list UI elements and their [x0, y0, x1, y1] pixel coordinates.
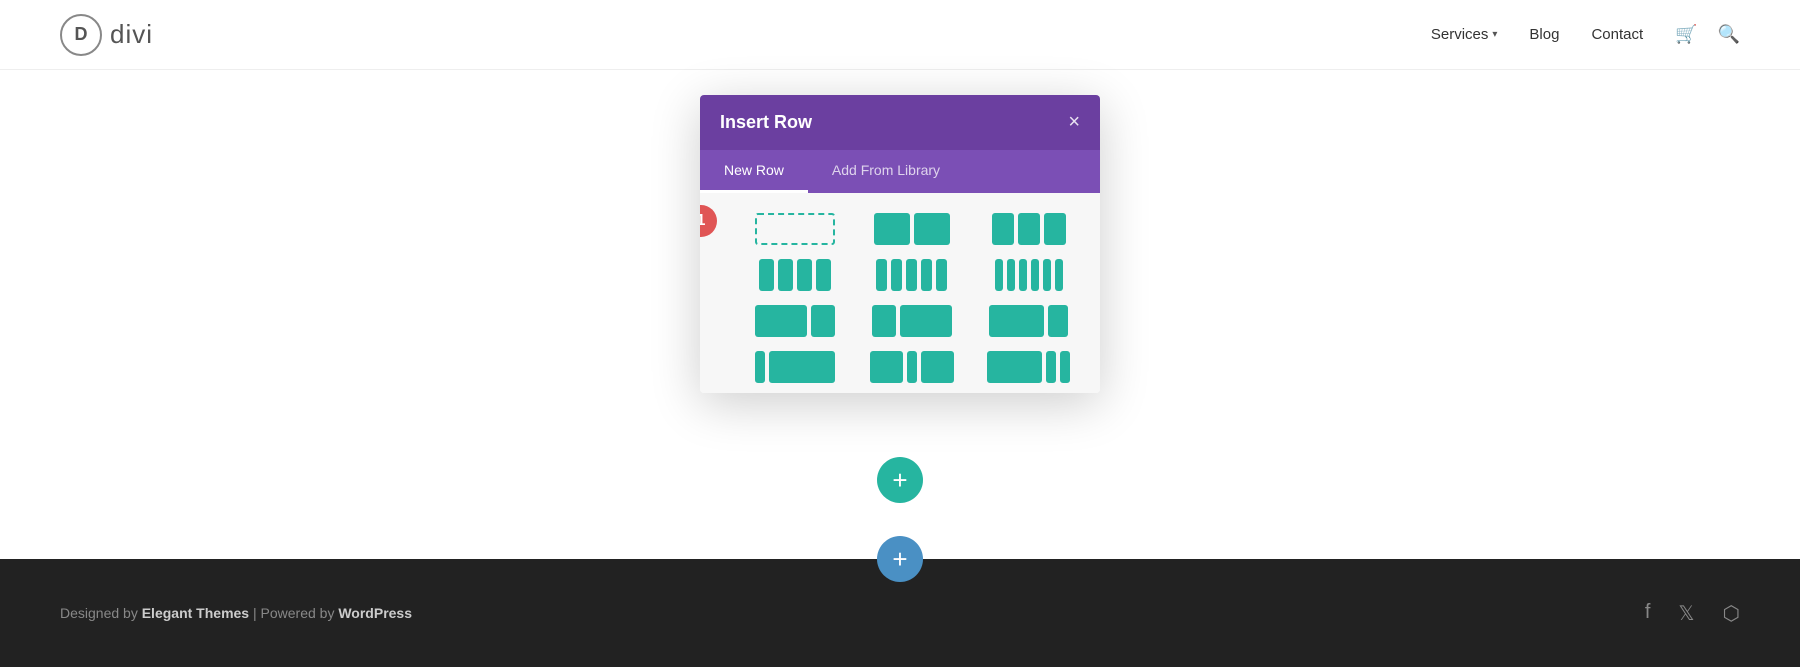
col-block — [1055, 259, 1063, 291]
cart-icon[interactable]: 🛒 — [1675, 24, 1697, 45]
logo-text: divi — [110, 19, 153, 50]
elegant-themes-link[interactable]: Elegant Themes — [142, 605, 249, 621]
row-options-grid — [720, 213, 1080, 383]
footer-credit: Designed by Elegant Themes | Powered by … — [60, 605, 412, 621]
modal-overlay: Insert Row × New Row Add From Library 1 — [0, 70, 1800, 480]
site-header: D divi Services ▾ Blog Contact 🛒 🔍 — [0, 0, 1800, 70]
col-block — [906, 259, 917, 291]
chevron-down-icon: ▾ — [1492, 29, 1497, 40]
logo-icon: D — [60, 14, 102, 56]
col-block — [755, 305, 807, 337]
search-icon[interactable]: 🔍 — [1718, 24, 1740, 45]
col-block — [921, 259, 932, 291]
col-block — [816, 259, 831, 291]
layout-3-2-col[interactable] — [861, 305, 964, 337]
col-block — [1060, 351, 1070, 383]
col-block — [891, 259, 902, 291]
social-links: f 𝕏 ⬡ — [1645, 601, 1740, 626]
nav-item-contact[interactable]: Contact — [1591, 26, 1643, 43]
nav-item-blog[interactable]: Blog — [1529, 26, 1559, 43]
col-block — [811, 305, 835, 337]
col-block — [907, 351, 917, 383]
footer-prefix: Designed by — [60, 605, 142, 621]
layout-6col[interactable] — [977, 259, 1080, 291]
tab-add-from-library[interactable]: Add From Library — [808, 150, 964, 193]
modal-tabs: New Row Add From Library — [700, 150, 1100, 193]
layout-row4c[interactable] — [977, 351, 1080, 383]
layout-row4a[interactable] — [744, 351, 847, 383]
modal-body: 1 — [700, 193, 1100, 393]
col-block — [755, 351, 765, 383]
col-block — [1046, 351, 1056, 383]
layout-1col[interactable] — [744, 213, 847, 245]
col-block — [1048, 305, 1068, 337]
col-block — [1018, 213, 1040, 245]
wordpress-link[interactable]: WordPress — [338, 605, 412, 621]
col-block — [769, 351, 835, 383]
col-block — [778, 259, 793, 291]
col-block — [759, 259, 774, 291]
col-block — [876, 259, 887, 291]
nav-icons: 🛒 🔍 — [1675, 24, 1740, 45]
nav-item-services[interactable]: Services ▾ — [1431, 26, 1498, 43]
layout-2col[interactable] — [861, 213, 964, 245]
col-block — [870, 351, 903, 383]
col-block — [1019, 259, 1027, 291]
col-block — [989, 305, 1044, 337]
col-block — [797, 259, 812, 291]
facebook-icon[interactable]: f — [1645, 601, 1651, 626]
site-footer: + Designed by Elegant Themes | Powered b… — [0, 559, 1800, 667]
col-block — [900, 305, 952, 337]
col-block — [1031, 259, 1039, 291]
col-block — [1007, 259, 1015, 291]
main-content: Insert Row × New Row Add From Library 1 — [0, 70, 1800, 480]
col-block — [755, 213, 835, 245]
col-block — [1043, 259, 1051, 291]
add-section-button[interactable]: + — [877, 536, 923, 582]
main-nav: Services ▾ Blog Contact 🛒 🔍 — [1431, 24, 1740, 45]
col-block — [921, 351, 954, 383]
modal-header: Insert Row × — [700, 95, 1100, 150]
layout-wide-narrow-wide[interactable] — [977, 305, 1080, 337]
logo[interactable]: D divi — [60, 14, 153, 56]
instagram-icon[interactable]: ⬡ — [1723, 601, 1740, 626]
col-block — [995, 259, 1003, 291]
insert-row-modal: Insert Row × New Row Add From Library 1 — [700, 95, 1100, 393]
twitter-icon[interactable]: 𝕏 — [1678, 601, 1694, 626]
col-block — [936, 259, 947, 291]
footer-separator: | Powered by — [249, 605, 338, 621]
layout-4col[interactable] — [744, 259, 847, 291]
col-block — [1044, 213, 1066, 245]
col-block — [874, 213, 910, 245]
step-badge: 1 — [700, 205, 717, 237]
close-icon[interactable]: × — [1068, 111, 1080, 134]
col-block — [872, 305, 896, 337]
layout-2-3-col[interactable] — [744, 305, 847, 337]
layout-3col[interactable] — [977, 213, 1080, 245]
modal-title: Insert Row — [720, 112, 812, 133]
layout-row4b[interactable] — [861, 351, 964, 383]
col-block — [992, 213, 1014, 245]
col-block — [914, 213, 950, 245]
col-block — [987, 351, 1042, 383]
layout-5col[interactable] — [861, 259, 964, 291]
tab-new-row[interactable]: New Row — [700, 150, 808, 193]
